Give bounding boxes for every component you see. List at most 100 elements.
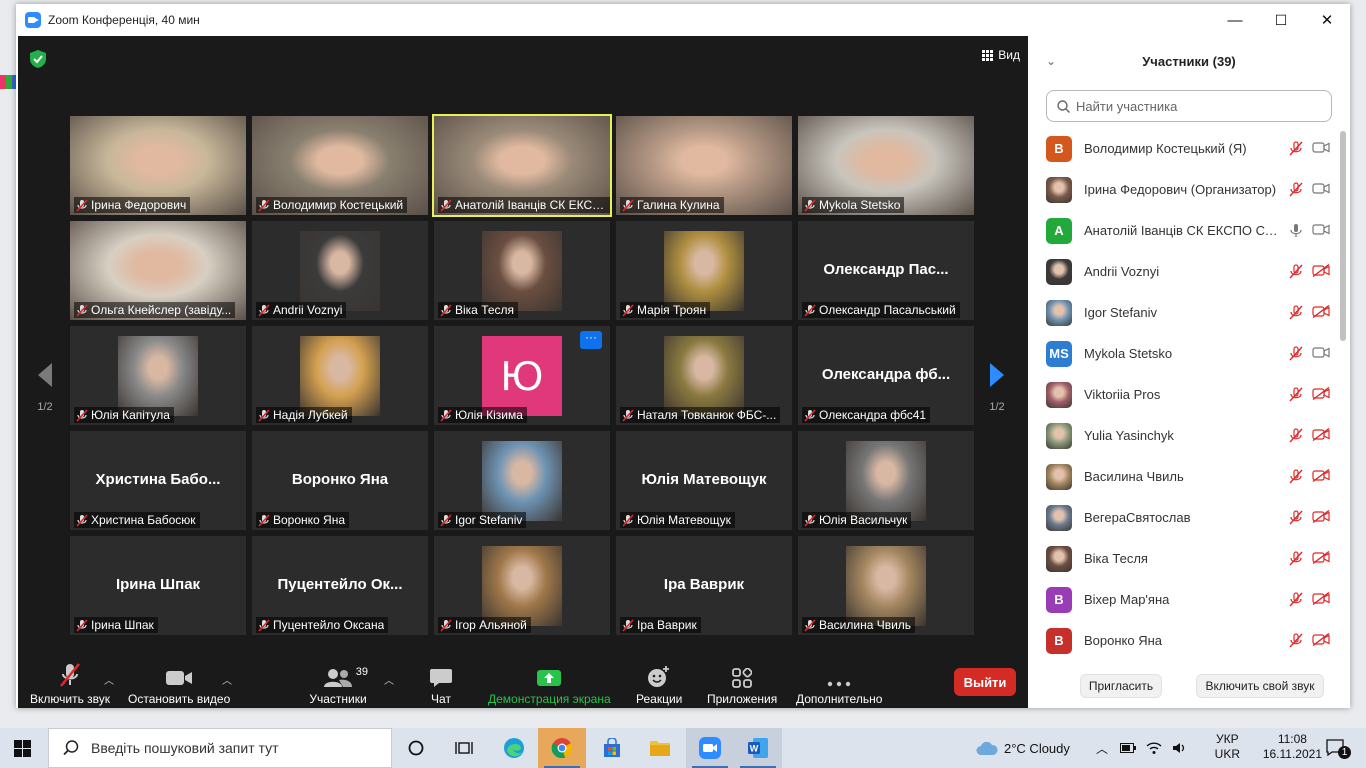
- notifications-button[interactable]: 1: [1326, 728, 1351, 768]
- participant-row[interactable]: Yulia Yasinchyk: [1028, 415, 1338, 456]
- maximize-button[interactable]: ☐: [1258, 4, 1304, 36]
- speaker-icon[interactable]: [1172, 741, 1188, 755]
- video-tile[interactable]: Наталя Товканюк ФБС-...: [616, 326, 792, 425]
- audio-options-caret[interactable]: ︿: [104, 672, 114, 687]
- video-tile[interactable]: Юлія Матевощук Юлія Матевощук: [616, 431, 792, 530]
- store-icon[interactable]: [588, 728, 636, 768]
- participants-options-caret[interactable]: ︿: [384, 672, 394, 687]
- taskbar-search-placeholder: Введіть пошуковий запит тут: [91, 740, 279, 756]
- windows-taskbar: Введіть пошуковий запит тут W 2°C Cloudy…: [0, 728, 1366, 768]
- video-tile[interactable]: Христина Бабо... Христина Бабосюк: [70, 431, 246, 530]
- participant-row[interactable]: Andrii Voznyi: [1028, 251, 1338, 292]
- participant-row[interactable]: Ірина Федорович (Организатор): [1028, 169, 1338, 210]
- participant-row[interactable]: В Воронко Яна: [1028, 620, 1338, 661]
- share-screen-button[interactable]: Демонстрация экрана: [488, 660, 611, 706]
- video-tile[interactable]: Ігор Альяной: [434, 536, 610, 635]
- video-tile[interactable]: Mykola Stetsko: [798, 116, 974, 215]
- cortana-icon[interactable]: [392, 728, 440, 768]
- video-tile[interactable]: Ірина Федорович: [70, 116, 246, 215]
- video-tile[interactable]: Марія Троян: [616, 221, 792, 320]
- chat-icon: [430, 669, 452, 687]
- video-tile[interactable]: Юлія Капітула: [70, 326, 246, 425]
- svg-text:W: W: [750, 744, 759, 754]
- zoom-taskbar-icon[interactable]: [686, 728, 734, 768]
- stop-video-button[interactable]: Остановить видео: [128, 660, 230, 706]
- video-tile[interactable]: Ю ··· Юлія Кізима: [434, 326, 610, 425]
- participant-name: ВегераСвятослав: [1084, 510, 1191, 525]
- video-tile[interactable]: Галина Кулина: [616, 116, 792, 215]
- video-tile[interactable]: Василина Чвиль: [798, 536, 974, 635]
- participant-avatar: В: [1046, 627, 1072, 654]
- video-tile[interactable]: Віка Тесля: [434, 221, 610, 320]
- close-button[interactable]: ✕: [1304, 4, 1350, 36]
- language-indicator[interactable]: УКР UKR: [1215, 732, 1240, 762]
- video-tile[interactable]: Ірина Шпак Ірина Шпак: [70, 536, 246, 635]
- minimize-button[interactable]: —: [1212, 4, 1258, 36]
- taskbar-clock[interactable]: 11:08 16.11.2021: [1263, 732, 1322, 762]
- participant-row[interactable]: A Анатолій Іванців СК ЕКСПО СТ...: [1028, 210, 1338, 251]
- wifi-icon[interactable]: [1146, 741, 1162, 755]
- video-tile[interactable]: Юлія Васильчук: [798, 431, 974, 530]
- profile-picture: [482, 546, 562, 626]
- tile-menu-button[interactable]: ···: [580, 331, 602, 349]
- word-taskbar-icon[interactable]: W: [734, 728, 782, 768]
- participant-row[interactable]: ВегераСвятослав: [1028, 497, 1338, 538]
- participants-button[interactable]: 39 Участники: [308, 660, 368, 706]
- video-tile[interactable]: Воронко Яна Воронко Яна: [252, 431, 428, 530]
- video-tile[interactable]: Олександр Пас... Олександр Пасальський: [798, 221, 974, 320]
- participant-display-name: Олександр Пас...: [823, 261, 949, 278]
- participant-row[interactable]: Василина Чвиль: [1028, 456, 1338, 497]
- tile-caption-text: Іра Ваврик: [637, 618, 697, 632]
- view-button[interactable]: Вид: [982, 48, 1020, 62]
- unmute-button[interactable]: Включить звук: [30, 660, 110, 706]
- participant-row[interactable]: В Володимир Костецький (Я): [1028, 128, 1338, 169]
- video-tile[interactable]: Пуцентейло Ок... Пуцентейло Оксана: [252, 536, 428, 635]
- participant-avatar: [1046, 422, 1072, 449]
- encryption-shield-icon[interactable]: [30, 50, 46, 68]
- unmute-me-button[interactable]: Включить свой звук: [1196, 674, 1324, 698]
- more-button[interactable]: Дополнительно: [796, 660, 882, 706]
- video-tile[interactable]: Ольга Кнейслер (завіду...: [70, 221, 246, 320]
- participant-row[interactable]: Igor Stefaniv: [1028, 292, 1338, 333]
- video-tile[interactable]: Надія Лубкей: [252, 326, 428, 425]
- taskbar-search-box[interactable]: Введіть пошуковий запит тут: [48, 728, 392, 768]
- participant-search-input[interactable]: Найти участника: [1046, 90, 1332, 122]
- task-view-icon[interactable]: [440, 728, 488, 768]
- video-tile[interactable]: Igor Stefaniv: [434, 431, 610, 530]
- more-label: Дополнительно: [796, 692, 883, 706]
- weather-widget[interactable]: 2°C Cloudy: [976, 728, 1070, 768]
- windows-start-icon[interactable]: [14, 740, 31, 757]
- battery-icon[interactable]: [1120, 743, 1137, 753]
- participant-list-scrollbar[interactable]: [1340, 131, 1346, 341]
- participants-label: Участники: [309, 692, 367, 706]
- video-tile[interactable]: Анатолій Іванців СК ЕКСП...: [432, 114, 612, 217]
- chrome-browser-icon[interactable]: [538, 728, 586, 768]
- participant-row[interactable]: Віка Тесля: [1028, 538, 1338, 579]
- video-tile[interactable]: Іра Ваврик Іра Ваврик: [616, 536, 792, 635]
- leave-button[interactable]: Выйти: [954, 668, 1016, 696]
- edge-browser-icon[interactable]: [490, 728, 538, 768]
- file-explorer-icon[interactable]: [636, 728, 684, 768]
- participant-status: [1288, 141, 1330, 156]
- video-tile[interactable]: Володимир Костецький: [252, 116, 428, 215]
- mic-muted-icon: [1289, 387, 1303, 402]
- participant-name: Воронко Яна: [1084, 633, 1163, 648]
- apps-button[interactable]: Приложения: [707, 660, 777, 706]
- video-tile[interactable]: Andrii Voznyi: [252, 221, 428, 320]
- participant-row[interactable]: Viktoriia Pros: [1028, 374, 1338, 415]
- next-page-indicator: 1/2: [989, 401, 1005, 413]
- video-tile[interactable]: Олександра фб... Олександра фбс41: [798, 326, 974, 425]
- video-options-caret[interactable]: ︿: [222, 672, 232, 687]
- chat-button[interactable]: Чат: [430, 660, 452, 706]
- video-camera-icon: [166, 671, 193, 685]
- tile-caption: Ольга Кнейслер (завіду...: [74, 302, 236, 318]
- invite-button[interactable]: Пригласить: [1080, 674, 1162, 698]
- participant-row[interactable]: MS Mykola Stetsko: [1028, 333, 1338, 374]
- next-page-button[interactable]: 1/2: [988, 362, 1006, 413]
- reactions-button[interactable]: Реакции: [636, 660, 682, 706]
- participant-row[interactable]: В Віхер Мар'яна: [1028, 579, 1338, 620]
- participant-name: Yulia Yasinchyk: [1084, 428, 1174, 443]
- participant-display-name: Іра Ваврик: [663, 576, 745, 593]
- tray-overflow-chevron-icon[interactable]: ︿: [1096, 740, 1108, 757]
- prev-page-button[interactable]: 1/2: [36, 362, 54, 413]
